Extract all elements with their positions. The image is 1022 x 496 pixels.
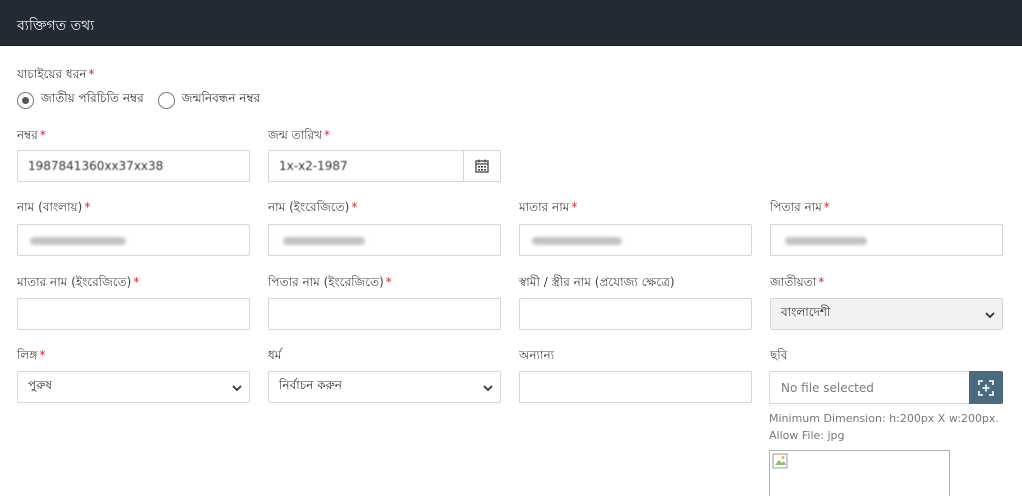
spouse-name-label: স্বামী / স্ত্রীর নাম (প্রযোজ্য ক্ষেত্রে): [519, 275, 675, 289]
religion-label: ধর্ম: [268, 348, 282, 362]
chevron-down-icon: [483, 385, 493, 392]
father-name-label: পিতার নাম *: [770, 200, 830, 214]
upload-icon: [978, 379, 994, 396]
mother-name-en-input[interactable]: [17, 298, 250, 330]
photo-dimension-hint: Minimum Dimension: h:200px X w:200px.: [769, 412, 999, 425]
chevron-down-icon: [985, 312, 995, 319]
calendar-button[interactable]: [463, 151, 500, 181]
other-label: অন্যান্য: [519, 348, 555, 362]
religion-selected: নির্বাচন করুন: [279, 378, 342, 392]
nationality-selected: বাংলাদেশী: [781, 305, 831, 319]
number-input[interactable]: 1987841360xx37xx38: [17, 150, 250, 182]
number-label: নম্বর *: [17, 128, 46, 142]
radio-birth-reg[interactable]: [157, 91, 175, 109]
father-name-input[interactable]: [770, 224, 1003, 256]
radio-nid-label: জাতীয় পরিচিতি নম্বর: [41, 91, 144, 105]
number-value: 1987841360xx37xx38: [28, 159, 164, 173]
mother-name-label: মাতার নাম *: [519, 200, 578, 214]
verification-type-radio-group: জাতীয় পরিচিতি নম্বর জন্মনিবন্ধন নম্বর: [17, 90, 274, 110]
dob-label: জন্ম তারিখ *: [268, 128, 331, 142]
redacted-value: [283, 237, 365, 245]
name-bn-input[interactable]: [17, 224, 250, 256]
photo-preview: [769, 450, 950, 496]
mother-name-en-label: মাতার নাম (ইংরেজিতে) *: [17, 275, 140, 289]
redacted-value: [30, 237, 126, 245]
nationality-select[interactable]: বাংলাদেশী: [770, 298, 1003, 330]
file-placeholder: No file selected: [781, 381, 874, 395]
radio-option-nid[interactable]: জাতীয় পরিচিতি নম্বর: [17, 90, 144, 110]
broken-image-icon: [772, 453, 788, 469]
gender-selected: পুরুষ: [28, 378, 52, 392]
radio-nid[interactable]: [17, 91, 34, 109]
radio-birth-reg-label: জন্মনিবন্ধন নম্বর: [181, 91, 261, 105]
name-bn-label: নাম (বাংলায়) *: [17, 200, 91, 214]
redacted-value: [532, 237, 622, 245]
photo-file-type-hint: Allow File: jpg: [769, 429, 845, 442]
photo-file-input[interactable]: No file selected: [769, 371, 1003, 404]
upload-button[interactable]: [969, 371, 1003, 404]
photo-label: ছবি: [770, 348, 788, 362]
father-name-en-input[interactable]: [268, 298, 501, 330]
section-header: ব্যক্তিগত তথ্য: [0, 0, 1022, 46]
dob-input[interactable]: 1x-x2-1987: [268, 150, 501, 182]
mother-name-input[interactable]: [519, 224, 752, 256]
dob-value: 1x-x2-1987: [279, 159, 348, 173]
religion-select[interactable]: নির্বাচন করুন: [268, 371, 501, 403]
gender-label: লিঙ্গ *: [17, 348, 46, 362]
redacted-value: [785, 237, 867, 245]
radio-option-birth-reg[interactable]: জন্মনিবন্ধন নম্বর: [157, 90, 261, 110]
section-title: ব্যক্তিগত তথ্য: [17, 18, 95, 34]
nationality-label: জাতীয়তা *: [770, 275, 825, 289]
name-en-input[interactable]: [268, 224, 501, 256]
gender-select[interactable]: পুরুষ: [17, 371, 250, 403]
chevron-down-icon: [232, 385, 242, 392]
calendar-icon: [475, 159, 489, 173]
name-en-label: নাম (ইংরেজিতে) *: [268, 200, 358, 214]
verification-type-label: যাচাইয়ের ধরন *: [17, 67, 95, 81]
other-input[interactable]: [519, 371, 752, 403]
spouse-name-input[interactable]: [519, 298, 752, 330]
father-name-en-label: পিতার নাম (ইংরেজিতে) *: [268, 275, 392, 289]
